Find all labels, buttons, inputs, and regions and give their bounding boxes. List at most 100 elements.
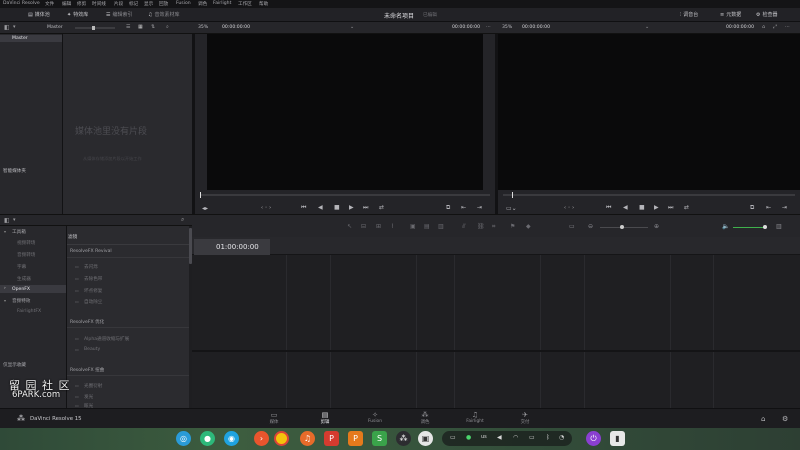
power-icon[interactable]: ⏻ bbox=[586, 431, 601, 446]
timeline-loop-icon[interactable]: ⇄ bbox=[684, 204, 689, 211]
timeline-step-back-icon[interactable]: ◀ bbox=[623, 204, 628, 211]
play-icon[interactable]: ▶ bbox=[349, 204, 354, 211]
edit-index-button[interactable]: ☰ 编辑索引 bbox=[106, 11, 133, 18]
favorites-label[interactable]: 仅显示收藏 bbox=[3, 362, 26, 368]
tree-item-titles[interactable]: 字幕 bbox=[17, 264, 26, 270]
inspector-button[interactable]: ⚙ 检查器 bbox=[756, 11, 778, 18]
more-icon[interactable]: ⋯ bbox=[785, 24, 790, 30]
menu-item-fairlight[interactable]: Fairlight bbox=[213, 1, 231, 6]
zoom-in-icon[interactable]: ⊕ bbox=[654, 223, 659, 230]
menu-item-mark[interactable]: 标记 bbox=[129, 1, 138, 7]
effect-item-aperture-diffraction[interactable]: 光圈衍射 bbox=[84, 383, 102, 389]
menu-item-edit[interactable]: 编辑 bbox=[62, 1, 71, 7]
fullscreen-icon[interactable]: ⤢ bbox=[773, 24, 777, 30]
settings-app-icon[interactable]: ▮ bbox=[610, 431, 625, 446]
effect-item-dust-buster[interactable]: 自动除尘 bbox=[84, 299, 102, 305]
settings-gear-icon[interactable]: ⚙ bbox=[782, 415, 788, 423]
timeline-match-frame-icon[interactable]: ⧉ bbox=[750, 204, 754, 212]
grid-view-icon[interactable]: ▦ bbox=[138, 24, 143, 30]
stop-icon[interactable]: ■ bbox=[334, 204, 340, 211]
effect-item-dead-pixel-fixer[interactable]: 坏点修复 bbox=[84, 288, 102, 294]
browser-icon[interactable]: ◉ bbox=[224, 431, 239, 446]
tree-item-fairlightfx[interactable]: FairlightFX bbox=[17, 309, 41, 314]
volume-icon[interactable]: 🔈 bbox=[722, 223, 729, 230]
timeline-scrubber-bar[interactable] bbox=[503, 192, 795, 198]
audio-meter-icon[interactable]: ▥ bbox=[776, 223, 782, 230]
mixer-button[interactable]: ⫶ 调音台 bbox=[680, 11, 698, 18]
source-zoom[interactable]: 35% bbox=[198, 25, 208, 30]
snapping-icon[interactable]: ⫻ bbox=[462, 223, 466, 231]
step-back-icon[interactable]: ◀ bbox=[318, 204, 323, 211]
spreadsheet-app-icon[interactable]: S bbox=[372, 431, 387, 446]
source-dropdown-chevron-icon[interactable]: ⌄ bbox=[350, 24, 354, 30]
tab-media[interactable]: ▭ 媒体 bbox=[262, 411, 286, 425]
timeline-play-icon[interactable]: ▶ bbox=[654, 204, 659, 211]
effect-item-deband[interactable]: 去除色带 bbox=[84, 276, 102, 282]
menu-item-fusion[interactable]: Fusion bbox=[176, 1, 191, 6]
mark-out-icon[interactable]: ⇥ bbox=[477, 204, 482, 211]
effects-chevron-down-icon[interactable]: ▾ bbox=[13, 217, 16, 223]
insert-clip-icon[interactable]: ▣ bbox=[410, 223, 416, 230]
zoom-out-icon[interactable]: ⊖ bbox=[588, 223, 593, 230]
trim-tool-icon[interactable]: ⊟ bbox=[361, 223, 366, 230]
sort-icon[interactable]: ⇅ bbox=[151, 24, 155, 30]
menu-item-help[interactable]: 帮助 bbox=[259, 1, 268, 7]
mark-in-icon[interactable]: ⇤ bbox=[461, 204, 466, 211]
tab-color[interactable]: ⁂ 调色 bbox=[413, 411, 437, 425]
source-scrubber-bar[interactable] bbox=[200, 192, 490, 198]
tray-notification-icon[interactable]: ◔ bbox=[559, 434, 564, 441]
menu-item-file[interactable]: 文件 bbox=[45, 1, 54, 7]
menu-item-playback[interactable]: 回放 bbox=[159, 1, 168, 7]
tray-display-icon[interactable]: ▭ bbox=[529, 434, 535, 441]
blade-tool-icon[interactable]: ⌇ bbox=[391, 223, 394, 230]
tray-volume-icon[interactable]: ◀ bbox=[497, 434, 502, 441]
selection-tool-icon[interactable]: ↖ bbox=[347, 223, 352, 230]
options-icon[interactable]: ⋯ bbox=[486, 24, 491, 30]
volume-slider-handle[interactable] bbox=[763, 225, 767, 229]
timeline-viewer-screen[interactable] bbox=[498, 34, 800, 190]
tray-input-method[interactable]: us bbox=[481, 434, 487, 440]
panel-layout-icon[interactable]: ◧ bbox=[4, 24, 10, 31]
collapse-arrow-icon[interactable]: › bbox=[4, 286, 6, 291]
menu-item-clip[interactable]: 片段 bbox=[114, 1, 123, 7]
chat-app-icon[interactable]: ● bbox=[200, 431, 215, 446]
file-manager-icon[interactable]: ▣ bbox=[418, 431, 433, 446]
tab-fusion[interactable]: ✧ Fusion bbox=[363, 411, 387, 424]
effects-panel-icon[interactable]: ◧ bbox=[4, 217, 10, 224]
volume-slider[interactable] bbox=[733, 225, 767, 229]
tray-bluetooth-icon[interactable]: ᛒ bbox=[546, 434, 550, 441]
media-pool-clip-area[interactable]: 媒体池里没有片段 从媒体存储添加片段以开始工作 bbox=[63, 34, 192, 214]
menu-item-app[interactable]: DaVinci Resolve bbox=[3, 1, 40, 6]
chevron-down-icon[interactable]: ▾ bbox=[13, 24, 16, 30]
sound-library-button[interactable]: ♫ 音效素材库 bbox=[148, 11, 180, 18]
menu-item-color[interactable]: 调色 bbox=[198, 1, 207, 7]
tray-wifi-icon[interactable]: ◠ bbox=[513, 434, 518, 441]
tab-fairlight[interactable]: ♫ Fairlight bbox=[463, 411, 487, 424]
effects-library-button[interactable]: ✦ 特效库 bbox=[67, 11, 88, 18]
overwrite-clip-icon[interactable]: ▤ bbox=[424, 223, 430, 230]
davinci-resolve-dock-icon[interactable]: ⁂ bbox=[396, 431, 411, 446]
zoom-full-icon[interactable]: ▭ bbox=[569, 223, 575, 230]
replace-clip-icon[interactable]: ▥ bbox=[438, 223, 444, 230]
marker-icon[interactable]: ◆ bbox=[526, 223, 531, 230]
match-frame-icon[interactable]: ⧉ bbox=[446, 204, 450, 212]
viewer-options-icon[interactable]: ⌂ bbox=[762, 24, 765, 30]
timeline-go-to-end-icon[interactable]: ⏭ bbox=[668, 204, 673, 212]
menu-item-view[interactable]: 显示 bbox=[144, 1, 153, 7]
tree-item-audio-transitions[interactable]: 音频转场 bbox=[17, 252, 35, 258]
timeline-mark-out-icon[interactable]: ⇥ bbox=[782, 204, 787, 211]
dynamic-trim-icon[interactable]: ⊞ bbox=[376, 223, 381, 230]
menu-item-timeline[interactable]: 时间线 bbox=[92, 1, 106, 7]
menu-item-workspace[interactable]: 工作区 bbox=[238, 1, 252, 7]
timeline-mark-in-icon[interactable]: ⇤ bbox=[766, 204, 771, 211]
tree-item-toolbox[interactable]: 工具箱 bbox=[12, 229, 26, 235]
timeline-area[interactable] bbox=[192, 237, 800, 408]
timeline-dropdown-chevron-icon[interactable]: ⌄ bbox=[645, 24, 649, 30]
tree-item-audio-fx[interactable]: 音频特效 bbox=[12, 298, 30, 304]
presentation-app-icon[interactable]: P bbox=[324, 431, 339, 446]
effect-item-deflicker[interactable]: 去闪烁 bbox=[84, 264, 98, 270]
expand-arrow-icon[interactable]: ▾ bbox=[4, 298, 6, 303]
home-icon[interactable]: ⌂ bbox=[761, 415, 765, 423]
go-to-start-icon[interactable]: ⏮ bbox=[301, 204, 306, 212]
source-playhead[interactable] bbox=[200, 192, 201, 198]
